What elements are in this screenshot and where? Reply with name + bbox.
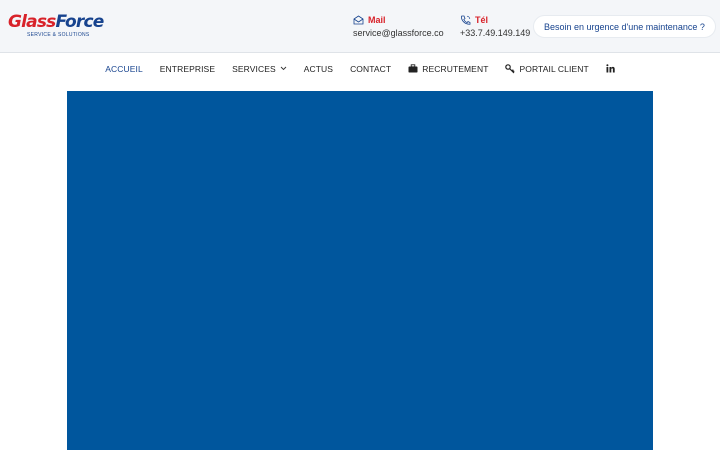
urgent-maintenance-button[interactable]: Besoin en urgence d'une maintenance ?	[533, 15, 716, 38]
mail-contact-heading: Mail	[353, 14, 444, 26]
glassforce-logo[interactable]: GlassForce SERVICE & SOLUTIONS	[8, 12, 105, 38]
top-header: GlassForce SERVICE & SOLUTIONS Mail serv…	[0, 0, 720, 53]
key-icon	[505, 63, 516, 74]
linkedin-link[interactable]	[606, 64, 615, 73]
nav-actus-label: ACTUS	[303, 63, 334, 74]
nav-portail-label: PORTAIL CLIENT	[519, 63, 589, 74]
mail-label: Mail	[368, 15, 386, 25]
phone-link[interactable]: +33.7.49.149.149	[460, 28, 530, 38]
mail-icon	[353, 15, 364, 25]
mail-contact: Mail service@glassforce.co	[353, 14, 444, 38]
nav-portail-client[interactable]: PORTAIL CLIENT	[505, 63, 589, 74]
linkedin-icon	[606, 64, 615, 73]
logo-wordmark: GlassForce	[8, 12, 105, 32]
hero-banner	[67, 91, 653, 450]
nav-contact-label: CONTACT	[350, 63, 392, 74]
nav-entreprise-label: ENTREPRISE	[159, 63, 216, 74]
nav-services[interactable]: SERVICES	[232, 64, 287, 74]
nav-entreprise[interactable]: ENTREPRISE	[160, 64, 215, 74]
nav-actus[interactable]: ACTUS	[304, 64, 333, 74]
mail-link[interactable]: service@glassforce.co	[353, 28, 444, 38]
main-nav: ACCUEIL ENTREPRISE SERVICES ACTUS CONTAC…	[0, 54, 720, 83]
phone-label: Tél	[475, 15, 489, 25]
phone-contact: Tél +33.7.49.149.149	[460, 14, 530, 38]
phone-icon	[460, 15, 471, 25]
phone-contact-heading: Tél	[460, 14, 530, 26]
nav-recrutement-label: RECRUTEMENT	[422, 63, 489, 74]
briefcase-icon	[408, 64, 418, 73]
nav-accueil[interactable]: ACCUEIL	[105, 64, 143, 74]
logo-glass-text: Glass	[8, 12, 56, 32]
nav-services-label: SERVICES	[232, 63, 276, 74]
chevron-down-icon	[280, 66, 287, 71]
nav-contact[interactable]: CONTACT	[350, 64, 391, 74]
nav-accueil-label: ACCUEIL	[105, 63, 143, 74]
logo-force-text: Force	[55, 12, 105, 32]
nav-recrutement[interactable]: RECRUTEMENT	[408, 64, 488, 74]
logo-tagline: SERVICE & SOLUTIONS	[27, 32, 90, 38]
